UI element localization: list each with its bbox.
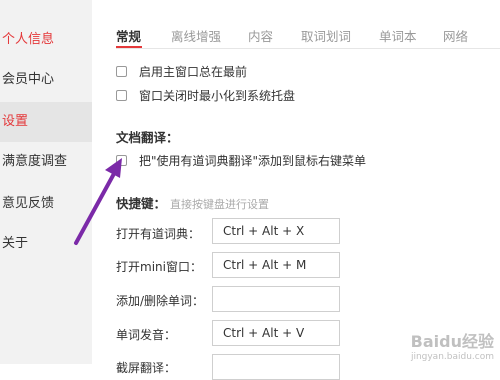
shortcut-label-open-mini: 打开mini窗口：: [116, 260, 202, 274]
context-menu-checkbox[interactable]: [116, 154, 127, 166]
settings-sidebar: 个人信息 会员中心 设置 满意度调查 意见反馈 关于: [0, 0, 92, 364]
shortcut-input-pronounce[interactable]: Ctrl + Alt + V: [212, 320, 340, 346]
watermark-sub: jingyan.baidu.com: [410, 352, 494, 362]
tab-offline[interactable]: 离线增强: [171, 26, 221, 45]
minimize-to-tray-label: 窗口关闭时最小化到系统托盘: [139, 88, 296, 103]
sidebar-item-survey[interactable]: 满意度调查: [0, 142, 92, 182]
shortcut-input-screenshot-translate[interactable]: [212, 354, 340, 380]
option-always-on-top: 启用主窗口总在最前: [116, 62, 247, 80]
option-context-menu: 把"使用有道词典翻译"添加到鼠标右键菜单: [116, 151, 366, 169]
shortcut-label-open-dict: 打开有道词典：: [116, 227, 201, 241]
sidebar-item-membership[interactable]: 会员中心: [0, 60, 92, 100]
watermark-text: Baidu经验: [410, 332, 494, 351]
tab-word-capture[interactable]: 取词划词: [301, 26, 351, 45]
shortcut-input-open-mini[interactable]: Ctrl + Alt + M: [212, 252, 340, 278]
doc-translate-title: 文档翻译：: [116, 130, 179, 145]
tab-network[interactable]: 网络: [443, 26, 468, 45]
option-minimize-to-tray: 窗口关闭时最小化到系统托盘: [116, 86, 295, 104]
tab-wordbook[interactable]: 单词本: [379, 26, 417, 45]
sidebar-item-profile[interactable]: 个人信息: [0, 20, 92, 60]
sidebar-item-feedback[interactable]: 意见反馈: [0, 184, 92, 224]
tab-content[interactable]: 内容: [248, 26, 273, 45]
shortcuts-hint: 直接按键盘进行设置: [170, 198, 270, 211]
tab-general[interactable]: 常规: [116, 26, 141, 45]
sidebar-item-about[interactable]: 关于: [0, 224, 92, 264]
shortcut-input-add-remove-word[interactable]: [212, 286, 340, 312]
baidu-watermark: Baidu经验 jingyan.baidu.com: [411, 328, 494, 362]
always-on-top-label: 启用主窗口总在最前: [139, 64, 248, 79]
minimize-to-tray-checkbox[interactable]: [116, 89, 127, 101]
shortcuts-title-text: 快捷键：: [116, 196, 167, 211]
always-on-top-checkbox[interactable]: [116, 65, 127, 77]
shortcut-label-add-remove-word: 添加/删除单词：: [116, 294, 205, 308]
tab-divider: [116, 48, 500, 49]
shortcut-label-pronounce: 单词发音：: [116, 328, 177, 342]
settings-panel: 常规 离线增强 内容 取词划词 单词本 网络 启用主窗口总在最前 窗口关闭时最小…: [92, 0, 500, 380]
shortcuts-title: 快捷键： 直接按键盘进行设置: [116, 193, 269, 212]
sidebar-item-settings[interactable]: 设置: [0, 102, 92, 142]
shortcut-label-screenshot-translate: 截屏翻译：: [116, 361, 177, 375]
context-menu-label: 把"使用有道词典翻译"添加到鼠标右键菜单: [139, 153, 367, 168]
shortcut-input-open-dict[interactable]: Ctrl + Alt + X: [212, 218, 340, 244]
